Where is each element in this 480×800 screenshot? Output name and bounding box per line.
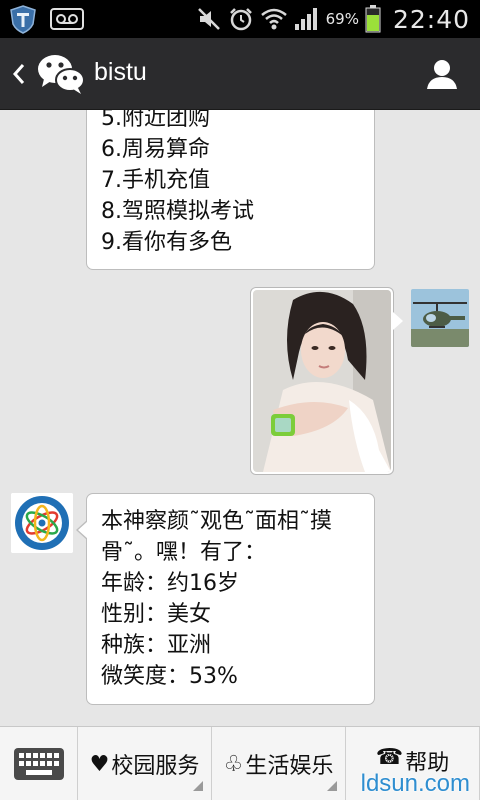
bistu-avatar[interactable] (11, 493, 73, 553)
bot-reply-line: 骨˜。嘿！有了： (101, 540, 267, 565)
status-bar: 69% 22:40 (0, 0, 480, 38)
bistu-logo-icon (11, 493, 73, 553)
keyboard-icon (13, 748, 64, 780)
mute-icon (196, 6, 222, 32)
service-list-line: 6.周易算命 (101, 137, 210, 162)
submenu-indicator-icon (327, 781, 337, 791)
bot-reply-bubble[interactable]: 本神察颜˜观色˜面相˜摸 骨˜。嘿！有了： 年龄：约16岁 性别：美女 种族：亚… (76, 493, 375, 705)
helicopter-avatar-image (411, 289, 469, 347)
wechat-logo-icon[interactable] (36, 52, 86, 96)
keyboard-toggle-button[interactable] (0, 727, 78, 800)
sent-photo[interactable] (253, 290, 391, 472)
wifi-icon (260, 6, 288, 32)
bot-reply-line: 本神察颜˜观色˜面相˜摸 (101, 509, 333, 534)
chevron-left-icon (12, 64, 25, 84)
watermark: ldsun.com (360, 770, 470, 797)
service-list-bubble[interactable]: 5.附近团购 6.周易算命 7.手机充值 8.驾照模拟考试 9.看你有多色 (86, 110, 375, 270)
menu-campus-services[interactable]: ♥ 校园服务 (78, 727, 212, 800)
chat-header: bistu (0, 38, 480, 110)
profile-button[interactable] (420, 52, 464, 96)
my-avatar[interactable] (411, 289, 469, 347)
service-list-line: 7.手机充值 (101, 168, 210, 193)
battery-percent: 69% (325, 10, 359, 28)
shield-icon (8, 4, 38, 34)
club-icon: ♧ (223, 751, 244, 777)
signal-icon (294, 6, 320, 32)
bot-reply-line: 性别：美女 (101, 602, 212, 627)
menu-life-entertainment[interactable]: ♧ 生活娱乐 (212, 727, 346, 800)
battery-icon (365, 5, 381, 33)
menu-label: 校园服务 (111, 754, 200, 779)
heart-icon: ♥ (89, 751, 110, 777)
chat-title: bistu (94, 58, 147, 86)
menu-label: 生活娱乐 (245, 754, 334, 779)
phone-icon: ☎ (375, 745, 404, 770)
service-list-line: 9.看你有多色 (101, 230, 232, 255)
alarm-icon (228, 6, 254, 32)
sent-image-bubble[interactable] (250, 287, 403, 475)
bot-reply-line: 种族：亚洲 (101, 633, 212, 658)
back-button[interactable] (8, 58, 30, 90)
person-icon (427, 60, 457, 89)
bottom-menu: ♥ 校园服务 ♧ 生活娱乐 ☎ 帮助 ldsun.com (0, 726, 480, 800)
bot-reply-line: 微笑度：53% (101, 664, 238, 689)
service-list-line: 5.附近团购 (101, 110, 210, 131)
service-list-line: 8.驾照模拟考试 (101, 199, 254, 224)
submenu-indicator-icon (193, 781, 203, 791)
bot-reply-line: 年龄：约16岁 (101, 571, 239, 596)
message-list[interactable]: 5.附近团购 6.周易算命 7.手机充值 8.驾照模拟考试 9.看你有多色 本神… (0, 110, 480, 726)
voicemail-icon (50, 8, 84, 30)
clock: 22:40 (392, 4, 470, 34)
